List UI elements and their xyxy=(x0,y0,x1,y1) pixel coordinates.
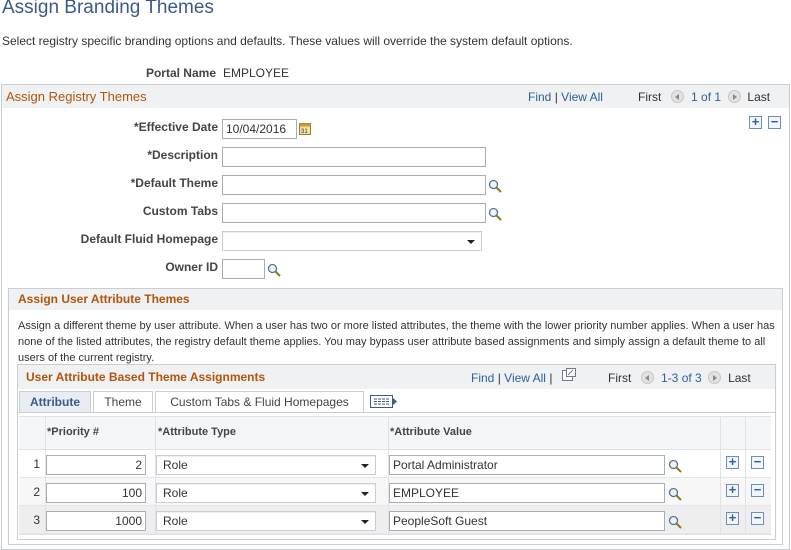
column-header-attribute-type: *Attribute Type xyxy=(158,426,237,438)
grid-previous-icon[interactable] xyxy=(641,371,655,384)
grid-title: User Attribute Based Theme Assignments xyxy=(26,370,266,384)
tab-theme[interactable]: Theme xyxy=(93,391,153,412)
calendar-icon[interactable]: 31 xyxy=(299,122,311,135)
attribute-value-lookup-icon[interactable] xyxy=(668,487,682,501)
portal-name-label: Portal Name xyxy=(145,66,216,80)
row-number: 1 xyxy=(33,457,40,471)
default-theme-input[interactable] xyxy=(222,175,486,195)
custom-tabs-input[interactable] xyxy=(222,203,486,223)
attribute-type-value: Role xyxy=(163,486,188,500)
user-attribute-themes-title: Assign User Attribute Themes xyxy=(18,292,190,306)
first-label: First xyxy=(638,90,662,104)
next-icon[interactable] xyxy=(727,90,741,103)
custom-tabs-lookup-icon[interactable] xyxy=(488,207,502,221)
attribute-type-value: Role xyxy=(163,514,188,528)
new-window-icon[interactable] xyxy=(562,368,576,381)
grid-pager: First 1-3 of 3 Last xyxy=(608,371,751,385)
add-row-button[interactable]: + xyxy=(726,455,739,469)
column-header-priority: *Priority # xyxy=(47,426,99,438)
chevron-down-icon xyxy=(361,520,369,524)
registry-themes-title: Assign Registry Themes xyxy=(6,89,147,104)
owner-id-lookup-icon[interactable] xyxy=(267,263,281,277)
default-theme-lookup-icon[interactable] xyxy=(488,179,502,193)
grid-nav: Find | View All | xyxy=(471,371,552,385)
priority-input[interactable]: 100 xyxy=(46,483,146,503)
nav-separator: | xyxy=(497,371,501,385)
description-label: *Description xyxy=(147,148,218,162)
attribute-value-input[interactable]: EMPLOYEE xyxy=(389,483,665,503)
registry-pager: First 1 of 1 Last xyxy=(638,90,770,104)
grid-view-all-link[interactable]: View All xyxy=(504,371,546,385)
fluid-homepage-label: Default Fluid Homepage xyxy=(80,232,218,246)
find-link[interactable]: Find xyxy=(528,90,551,104)
grid-find-link[interactable]: Find xyxy=(471,371,494,385)
page-title: Assign Branding Themes xyxy=(2,0,214,18)
chevron-down-icon xyxy=(361,492,369,496)
grid-first-label: First xyxy=(608,371,632,385)
rownum-header-cell xyxy=(19,417,46,449)
add-row-button[interactable]: + xyxy=(726,511,739,525)
effective-date-label: *Effective Date xyxy=(133,120,218,134)
grid-next-icon[interactable] xyxy=(708,371,722,384)
attribute-type-select[interactable]: Role xyxy=(156,511,376,531)
delete-row-button[interactable]: − xyxy=(751,483,764,497)
description-input[interactable] xyxy=(222,147,486,167)
attribute-type-select[interactable]: Role xyxy=(156,455,376,475)
priority-input[interactable]: 1000 xyxy=(46,511,146,531)
attribute-value-input[interactable]: PeopleSoft Guest xyxy=(389,511,665,531)
grid-last-label: Last xyxy=(728,371,751,385)
add-row-button[interactable]: + xyxy=(726,483,739,497)
add-row-button[interactable]: + xyxy=(749,115,762,129)
attribute-value-lookup-icon[interactable] xyxy=(668,459,682,473)
view-all-link[interactable]: View All xyxy=(561,90,603,104)
last-label: Last xyxy=(747,90,771,104)
fluid-homepage-select[interactable] xyxy=(222,231,482,251)
attribute-value-lookup-icon[interactable] xyxy=(668,515,682,529)
registry-nav: Find | View All xyxy=(528,90,603,104)
tab-strip-line xyxy=(18,412,775,413)
row-number: 2 xyxy=(33,485,40,499)
priority-input[interactable]: 2 xyxy=(46,455,146,475)
grid-range-label: 1-3 of 3 xyxy=(661,371,702,385)
owner-id-input[interactable] xyxy=(222,259,265,279)
chevron-down-icon xyxy=(467,240,475,244)
delete-row-button[interactable]: − xyxy=(751,511,764,525)
attribute-type-select[interactable]: Role xyxy=(156,483,376,503)
portal-name-value: EMPLOYEE xyxy=(223,66,290,80)
effective-date-input[interactable]: 10/04/2016 xyxy=(222,119,297,139)
user-attribute-themes-description: Assign a different theme by user attribu… xyxy=(18,320,775,364)
row-number: 3 xyxy=(33,513,40,527)
tab-attribute[interactable]: Attribute xyxy=(19,391,91,412)
nav-separator: | xyxy=(549,371,553,385)
attribute-type-value: Role xyxy=(163,458,188,472)
page-intro: Select registry specific branding option… xyxy=(2,34,573,48)
default-theme-label: *Default Theme xyxy=(130,176,218,190)
column-header-attribute-value: *Attribute Value xyxy=(390,426,472,438)
attribute-value-input[interactable]: Portal Administrator xyxy=(389,455,665,475)
tab-custom-tabs-fluid-homepages[interactable]: Custom Tabs & Fluid Homepages xyxy=(155,391,364,412)
grid-footer-line xyxy=(19,534,771,535)
range-label: 1 of 1 xyxy=(691,90,722,104)
owner-id-label: Owner ID xyxy=(165,260,218,274)
svg-text:31: 31 xyxy=(301,129,308,135)
show-all-columns-icon[interactable] xyxy=(370,395,398,408)
nav-separator: | xyxy=(554,90,558,104)
previous-icon[interactable] xyxy=(671,90,685,103)
chevron-down-icon xyxy=(361,464,369,468)
custom-tabs-label: Custom Tabs xyxy=(142,204,218,218)
delete-row-button[interactable]: − xyxy=(751,455,764,469)
add-header-cell xyxy=(721,417,746,449)
delete-row-button[interactable]: − xyxy=(768,115,781,129)
